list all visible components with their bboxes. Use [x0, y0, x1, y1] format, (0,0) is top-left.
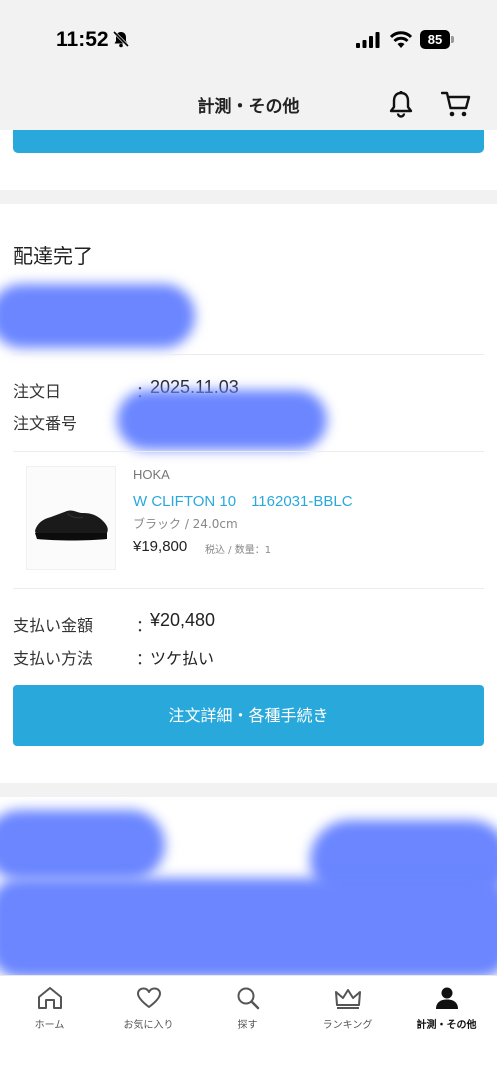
heart-icon [136, 987, 161, 1008]
section-separator [0, 783, 497, 797]
previous-card-button[interactable] [13, 130, 484, 153]
order-detail-button[interactable]: 注文詳細・各種手続き [13, 685, 484, 746]
redaction [0, 878, 497, 978]
nav-item-measure[interactable]: 計測・その他 [397, 986, 496, 1046]
bottom-nav: ホーム お気に入り 探す ランキング 計測・その他 [0, 975, 497, 1080]
payment-method-value: ツケ払い [150, 649, 215, 668]
status-time: 11:52 [56, 28, 109, 51]
bell-icon[interactable] [388, 90, 414, 118]
crown-icon [334, 989, 361, 1009]
price-note: 税込 / 数量：1 [205, 545, 272, 556]
nav-label: 探す [237, 1020, 258, 1031]
nav-label: お気に入り [123, 1020, 174, 1031]
nav-label: 計測・その他 [416, 1020, 477, 1031]
redacted-shop-name [0, 284, 195, 348]
bell-off-icon [112, 30, 130, 48]
product-brand: HOKA [133, 467, 170, 482]
section-separator [0, 190, 497, 204]
search-icon [237, 987, 259, 1010]
payment-amount-value: ¥20,480 [150, 610, 216, 630]
nav-label: ランキング [322, 1020, 373, 1031]
nav-item-search[interactable]: 探す [198, 986, 297, 1046]
divider [13, 451, 484, 452]
page-title: 計測・その他 [197, 97, 300, 117]
cart-icon[interactable] [441, 90, 471, 118]
app-header: 計測・その他 [0, 78, 497, 130]
wifi-icon [389, 31, 413, 48]
status-bar: 11:52 85 [0, 0, 497, 78]
shoe-icon [35, 510, 108, 541]
nav-item-ranking[interactable]: ランキング [298, 986, 397, 1046]
nav-item-favorites[interactable]: お気に入り [99, 986, 198, 1046]
divider [13, 354, 484, 355]
order-number-label: 注文番号 [13, 414, 78, 433]
redaction [0, 810, 165, 880]
battery-indicator: 85 [420, 30, 450, 49]
payment-method-label: 支払い方法 [13, 649, 94, 668]
nav-item-home[interactable]: ホーム [0, 986, 99, 1046]
person-icon [435, 987, 458, 1009]
product-name-link[interactable]: W CLIFTON 10 1162031-BBLC [133, 490, 353, 511]
home-icon [37, 987, 62, 1009]
order-status: 配達完了 [13, 244, 93, 268]
product-image[interactable] [26, 466, 116, 570]
redacted-order-number [117, 390, 327, 450]
product-price: ¥19,800 [133, 538, 188, 555]
signal-icon [356, 32, 380, 48]
order-date-label: 注文日 [13, 382, 62, 401]
product-variant: ブラック / 24.0cm [133, 517, 238, 531]
battery-cap [451, 36, 454, 43]
nav-label: ホーム [34, 1020, 65, 1031]
payment-amount-label: 支払い金額 [13, 616, 94, 635]
divider [13, 588, 484, 589]
